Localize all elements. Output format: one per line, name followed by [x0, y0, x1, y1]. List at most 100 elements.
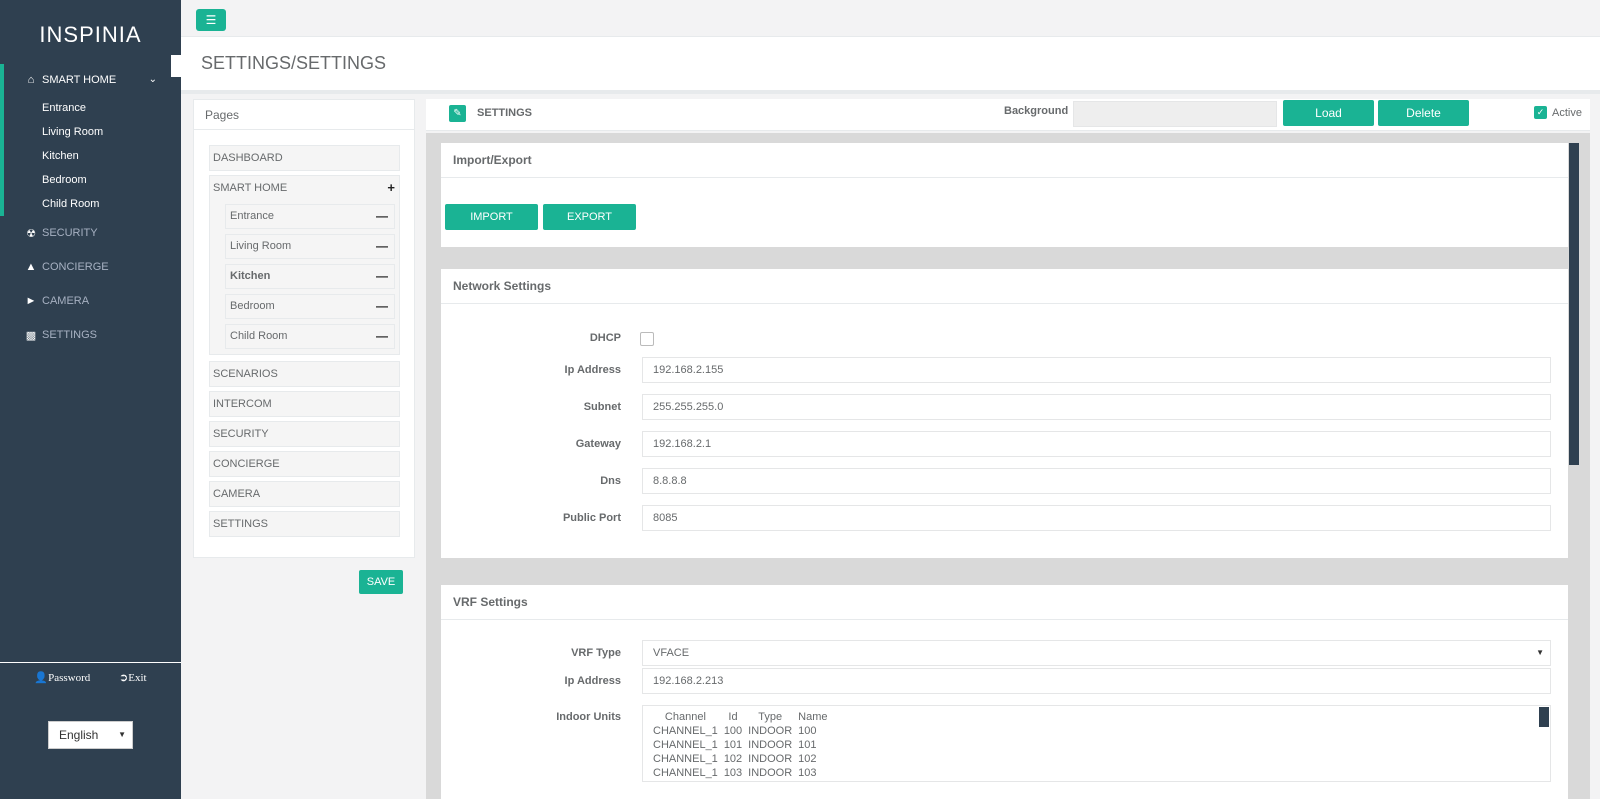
minus-icon[interactable]: —	[376, 295, 388, 318]
page-item-security[interactable]: SECURITY	[209, 421, 400, 447]
page-heading: SETTINGS/SETTINGS	[171, 37, 1600, 94]
sidebar: INSPINIA ⌂ SMART HOME ⌄ Entrance Living …	[0, 0, 181, 799]
dhcp-label: DHCP	[589, 332, 621, 344]
page-item-intercom[interactable]: INTERCOM	[209, 391, 400, 417]
vrf-type-label: VRF Type	[571, 647, 621, 659]
logo-text: INSPINIA	[39, 22, 142, 47]
language-select[interactable]: English ▼	[48, 721, 133, 749]
concierge-icon: ▲	[25, 261, 37, 273]
settings-content: Import/Export IMPORT EXPORT Network Sett…	[426, 133, 1590, 799]
menu-toggle-button[interactable]: ☰	[196, 9, 226, 31]
indoor-units-textarea[interactable]: Channel Id Type Name CHANNEL_1 100 INDOOR 1…	[642, 705, 1551, 782]
indoor-units-label: Indoor Units	[556, 711, 621, 723]
background-label: Background	[1004, 105, 1069, 117]
user-icon: 👤	[34, 672, 49, 684]
page-item-concierge[interactable]: CONCIERGE	[209, 451, 400, 477]
sidebar-item-security[interactable]: ☢ SECURITY	[0, 216, 181, 250]
import-export-title: Import/Export	[441, 143, 1568, 178]
vrf-type-select[interactable]: VFACE ▼	[642, 640, 1551, 666]
background-input[interactable]	[1073, 101, 1277, 127]
sidebar-subitem-bedroom[interactable]: Bedroom	[4, 168, 181, 192]
chevron-down-icon[interactable]: ⌄	[149, 74, 157, 85]
page-subitem-entrance[interactable]: Entrance —	[225, 204, 395, 229]
subnet-input[interactable]: 255.255.255.0	[642, 394, 1551, 420]
scrollbar[interactable]	[1569, 143, 1579, 465]
minus-icon[interactable]: —	[376, 265, 388, 288]
public-port-label: Public Port	[562, 512, 621, 524]
sidebar-item-label: SMART HOME	[42, 74, 117, 86]
sidebar-subitem-kitchen[interactable]: Kitchen	[4, 144, 181, 168]
sidebar-subitem-entrance[interactable]: Entrance	[4, 96, 181, 120]
subnet-label: Subnet	[583, 401, 621, 413]
dhcp-checkbox[interactable]	[640, 332, 654, 346]
sidebar-subitem-child-room[interactable]: Child Room	[4, 192, 181, 216]
page-item-scenarios[interactable]: SCENARIOS	[209, 361, 400, 387]
page-item-settings[interactable]: SETTINGS	[209, 511, 400, 537]
caret-down-icon: ▼	[1536, 648, 1544, 657]
settings-header: ✎ SETTINGS Background Load Delete ✓ Acti…	[426, 99, 1590, 131]
exit-link[interactable]: ➲Exit	[119, 671, 147, 684]
network-settings-title: Network Settings	[441, 269, 1568, 304]
home-icon: ⌂	[27, 74, 35, 86]
pages-title: Pages	[194, 100, 414, 130]
table-row: CHANNEL_1 100 INDOOR 100	[653, 725, 817, 737]
page-title: SETTINGS/SETTINGS	[201, 53, 387, 73]
caret-down-icon: ▼	[118, 730, 126, 739]
column-header: Id	[728, 711, 738, 723]
network-settings-box: Network Settings DHCP Ip Address 192.168…	[441, 269, 1568, 558]
page-item-camera[interactable]: CAMERA	[209, 481, 400, 507]
sidebar-subitem-living-room[interactable]: Living Room	[4, 120, 181, 144]
active-checkbox[interactable]: ✓	[1534, 106, 1547, 119]
sidebar-item-label: CAMERA	[42, 295, 90, 307]
page-subitem-bedroom[interactable]: Bedroom —	[225, 294, 395, 319]
settings-icon: ▩	[25, 329, 37, 342]
table-row: CHANNEL_1 102 INDOOR 102	[653, 753, 817, 765]
page-subitem-child-room[interactable]: Child Room —	[225, 324, 395, 349]
minus-icon[interactable]: —	[376, 205, 388, 228]
hamburger-icon: ☰	[205, 13, 217, 27]
edit-icon: ✎	[449, 105, 466, 122]
public-port-input[interactable]: 8085	[642, 505, 1551, 531]
page-item-dashboard[interactable]: DASHBOARD	[209, 145, 400, 171]
table-row: CHANNEL_1 103 INDOOR 103	[653, 767, 817, 779]
table-row: CHANNEL_1 101 INDOOR 101	[653, 739, 817, 751]
export-button[interactable]: EXPORT	[543, 204, 636, 230]
sidebar-footer: 👤Password ➲Exit	[0, 662, 181, 692]
dns-input[interactable]: 8.8.8.8	[642, 468, 1551, 494]
vrf-ip-address-input[interactable]: 192.168.2.213	[642, 668, 1551, 694]
sidebar-item-concierge[interactable]: ▲ CONCIERGE	[0, 250, 181, 284]
vrf-settings-box: VRF Settings VRF Type VFACE ▼ Ip Address…	[441, 585, 1568, 799]
gateway-label: Gateway	[575, 438, 621, 450]
active-label: Active	[1552, 107, 1582, 119]
nav-group-smart-home: ⌂ SMART HOME ⌄ Entrance Living Room Kitc…	[0, 64, 181, 216]
sidebar-item-settings[interactable]: ▩ SETTINGS	[0, 318, 181, 352]
sidebar-item-label: CONCIERGE	[42, 261, 109, 273]
import-button[interactable]: IMPORT	[445, 204, 538, 230]
column-header: Type	[758, 711, 783, 723]
settings-title: SETTINGS	[477, 107, 533, 119]
password-link[interactable]: 👤Password	[34, 671, 90, 684]
sign-out-icon: ➲	[119, 672, 129, 684]
plus-icon[interactable]: +	[387, 176, 395, 200]
sidebar-item-camera[interactable]: ► CAMERA	[0, 284, 181, 318]
load-button[interactable]: Load	[1283, 100, 1374, 126]
minus-icon[interactable]: —	[376, 325, 388, 348]
ip-address-label: Ip Address	[564, 364, 621, 376]
dns-label: Dns	[600, 475, 621, 487]
vrf-ip-address-label: Ip Address	[564, 675, 621, 687]
top-navbar: ☰	[181, 0, 1600, 37]
security-icon: ☢	[26, 227, 36, 240]
minus-icon[interactable]: —	[376, 235, 388, 258]
save-button[interactable]: SAVE	[359, 570, 403, 594]
delete-button[interactable]: Delete	[1378, 100, 1469, 126]
logo[interactable]: INSPINIA	[0, 0, 181, 64]
gateway-input[interactable]: 192.168.2.1	[642, 431, 1551, 457]
page-subitem-kitchen[interactable]: Kitchen —	[225, 264, 395, 289]
vrf-settings-title: VRF Settings	[441, 585, 1568, 620]
import-export-box: Import/Export IMPORT EXPORT	[441, 143, 1568, 247]
sidebar-item-label: SETTINGS	[42, 329, 98, 341]
ip-address-input[interactable]: 192.168.2.155	[642, 357, 1551, 383]
column-header: Channel	[664, 711, 706, 723]
scrollbar[interactable]	[1539, 707, 1549, 727]
page-subitem-living-room[interactable]: Living Room —	[225, 234, 395, 259]
